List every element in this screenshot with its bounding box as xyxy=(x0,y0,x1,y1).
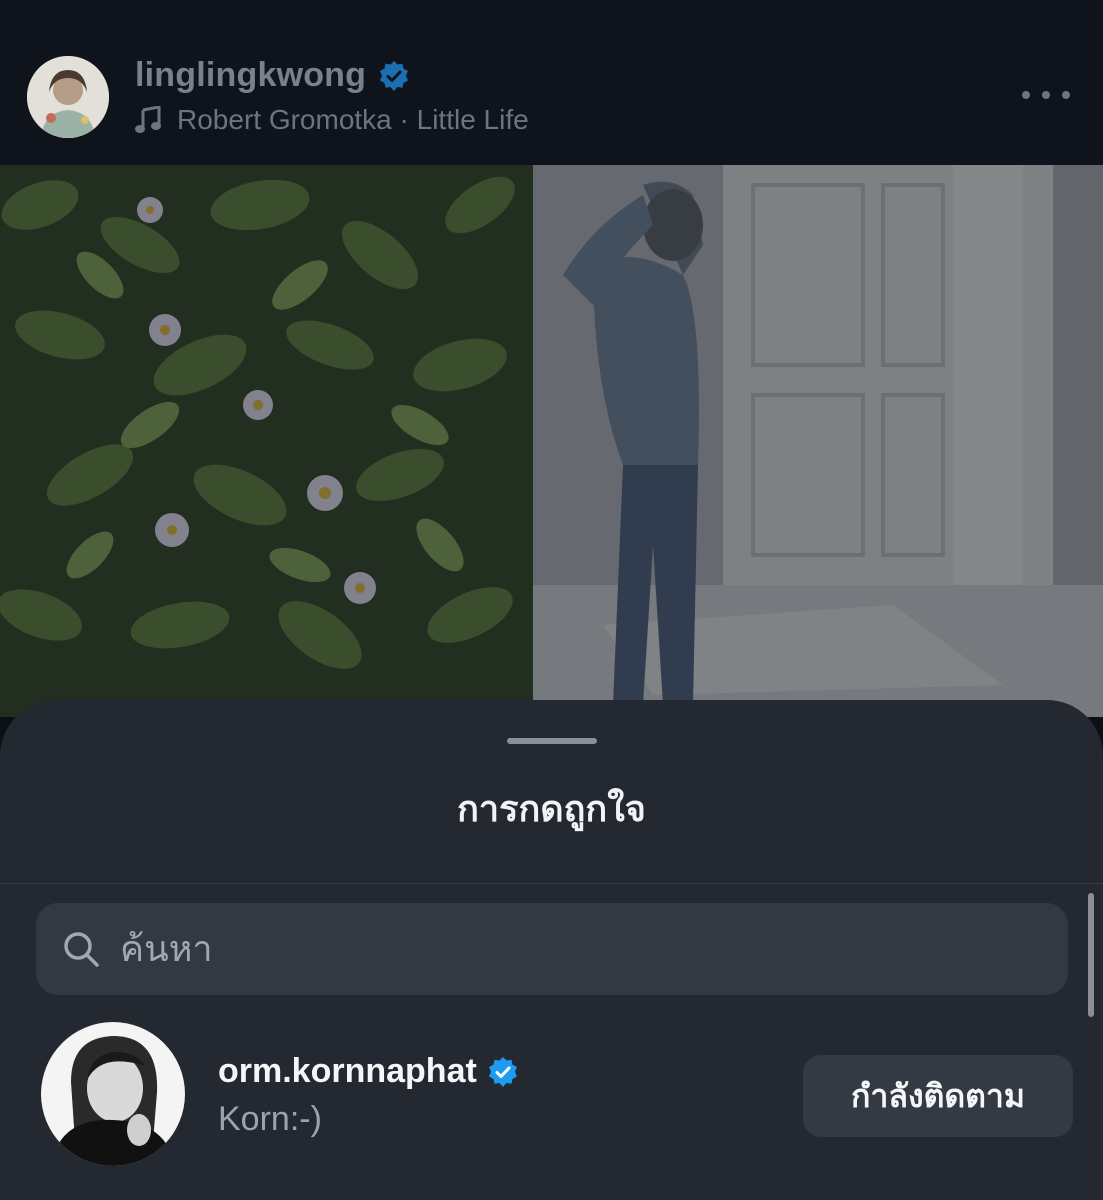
username[interactable]: orm.kornnaphat xyxy=(218,1052,477,1091)
scrollbar[interactable] xyxy=(1088,893,1094,1017)
verified-badge-icon xyxy=(378,60,410,92)
music-note-icon xyxy=(135,106,161,134)
user-display-name: Korn:-) xyxy=(218,1100,322,1138)
user-name-row[interactable]: orm.kornnaphat xyxy=(218,1052,519,1091)
post-username-row[interactable]: linglingkwong xyxy=(135,56,410,95)
screen: linglingkwong Robert Gromotka · Little L… xyxy=(0,0,1103,1200)
post-header: linglingkwong Robert Gromotka · Little L… xyxy=(0,0,1103,165)
more-options-icon[interactable] xyxy=(1022,80,1070,110)
search-field[interactable] xyxy=(36,903,1068,995)
sheet-grab-handle[interactable] xyxy=(507,738,597,744)
search-icon xyxy=(62,930,100,968)
more-dot xyxy=(1062,91,1070,99)
avatar-image xyxy=(27,56,109,138)
post-audio-label: Robert Gromotka · Little Life xyxy=(177,104,529,135)
more-dot xyxy=(1042,91,1050,99)
more-dot xyxy=(1022,91,1030,99)
divider xyxy=(0,883,1103,884)
post-author-avatar[interactable] xyxy=(27,56,109,138)
likes-bottom-sheet: การกดถูกใจ ค้นหา orm.kornnaphat Korn:-) … xyxy=(0,700,1103,1200)
avatar[interactable] xyxy=(41,1022,185,1166)
sheet-title: การกดถูกใจ xyxy=(457,788,646,829)
list-item[interactable]: orm.kornnaphat Korn:-) กำลังติดตาม xyxy=(0,1022,1103,1172)
post-username[interactable]: linglingkwong xyxy=(135,56,366,95)
post-media-carousel[interactable] xyxy=(0,165,1103,717)
search-input[interactable] xyxy=(120,919,1020,979)
verified-badge-icon xyxy=(487,1056,519,1088)
following-button[interactable]: กำลังติดตาม xyxy=(803,1055,1073,1137)
post-audio-row[interactable]: Robert Gromotka · Little Life xyxy=(135,104,529,136)
dim-overlay xyxy=(0,165,1103,717)
